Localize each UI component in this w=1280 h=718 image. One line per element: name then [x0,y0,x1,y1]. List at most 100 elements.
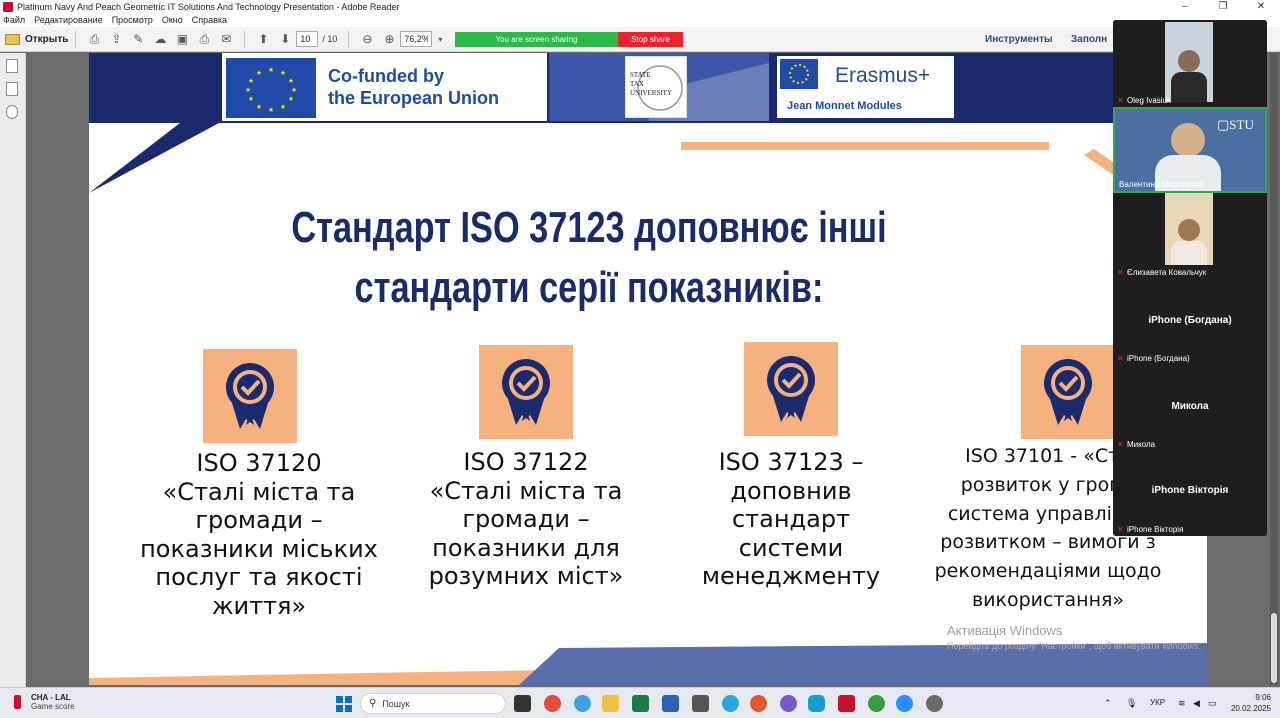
participant-tile[interactable]: ✕ Єлизавета Ковальчук [1113,193,1267,279]
chrome-profile-icon[interactable] [868,695,885,712]
telegram-icon[interactable] [722,695,739,712]
screen-sharing-status[interactable]: You are screen sharing [455,32,618,47]
participant-tile[interactable]: iPhone Вікторія ✕ iPhone Вікторія [1113,451,1267,536]
battery-icon[interactable]: ▭ [1208,698,1217,709]
menu-view[interactable]: Просмотр [112,15,153,25]
next-page-icon[interactable]: ⬇ [277,31,293,47]
participant-center-name: Микола [1171,401,1209,412]
volume-icon[interactable]: ◀ [1193,698,1200,709]
award-badge-icon [767,356,815,422]
stop-share-button[interactable]: Stop share [618,32,683,47]
wifi-icon[interactable]: ≋ [1178,698,1186,709]
attachments-icon[interactable] [6,105,18,119]
menu-edit[interactable]: Редактирование [34,15,103,25]
stu-line-2: TAX [630,80,644,88]
svg-text:★: ★ [288,95,294,103]
page-number-input[interactable] [296,31,319,47]
zoom-in-icon[interactable]: ⊕ [381,31,397,47]
word-icon[interactable] [662,695,679,712]
viber-icon[interactable] [780,695,797,712]
screen-share-bar: You are screen sharing Stop share [455,32,683,47]
vertical-scrollbar[interactable] [1270,53,1278,685]
participant-center-name: iPhone Вікторія [1151,485,1229,496]
window-title: Platinum Navy And Peach Geometric IT Sol… [17,1,400,12]
create-pdf-icon[interactable]: ⎙ [86,31,102,47]
scrollbar-thumb[interactable] [1271,613,1277,683]
minimize-button[interactable]: – [1166,0,1204,13]
save-icon[interactable]: ▣ [174,31,190,47]
iso-desc-line: життя» [211,591,307,620]
eu-cofunded-logo: ★ ★ ★ ★ ★ ★ ★ ★ ★ ★ ★ ★ Co-funded by the… [222,53,547,121]
edit-icon[interactable]: ✎ [130,31,146,47]
iso-desc-line: показники міських [140,534,378,563]
windows-taskbar: CHA - LAL Game score ⚲ Пошук ⌃ 🎙 УКР ≋ ◀… [0,687,1280,718]
participant-name: ✕ iPhone (Богдана) [1117,354,1190,363]
slide-title: Стандарт ISO 37123 доповнює інші стандар… [285,198,893,318]
page-thumbnails-icon[interactable] [6,59,18,73]
file-explorer-icon[interactable] [602,695,619,712]
calculator-icon[interactable] [692,695,709,712]
zoom-out-icon[interactable]: ⊖ [359,31,375,47]
maximize-button[interactable]: ❐ [1204,0,1242,13]
toolbar-divider [244,30,246,48]
game-score-widget[interactable]: CHA - LAL Game score [14,693,75,711]
badge-iso-37123 [744,342,838,436]
previous-page-icon[interactable]: ⬆ [255,31,271,47]
adobe-reader-icon [3,1,13,12]
taskbar-search[interactable]: ⚲ Пошук [360,693,506,714]
clock-time: 9:06 [1255,693,1271,702]
award-badge-icon [226,363,274,429]
excel-icon[interactable] [632,695,649,712]
iso-desc-line: послуг та якості [155,563,363,591]
svg-text:★: ★ [248,77,254,85]
adobe-reader-taskbar-icon[interactable] [838,695,855,712]
window-controls: – ❐ ✕ [1166,0,1280,13]
close-button[interactable]: ✕ [1242,0,1280,13]
skype-icon[interactable] [808,695,825,712]
language-indicator[interactable]: УКР [1150,698,1165,707]
zoom-icon[interactable] [896,695,913,712]
tools-button[interactable]: Инструменты [985,34,1053,45]
copilot-icon[interactable] [574,695,591,712]
cloud-upload-icon[interactable]: ☁ [152,31,168,47]
menu-help[interactable]: Справка [192,15,227,25]
bookmarks-icon[interactable] [6,82,18,96]
app-icon[interactable] [750,695,767,712]
iso-37122-text: ISO 37122 «Сталі міста та громади – пока… [401,448,651,591]
eu-flag-icon: ★ ★ ★ ★ ★ ★ ★ ★ ★ ★ ★ ★ [226,58,316,118]
print-icon[interactable]: ⎙ [196,31,212,47]
email-icon[interactable]: ✉ [218,31,234,47]
participant-tile[interactable]: ✕ Oleg Ivasiuk [1113,20,1267,107]
open-button[interactable]: Открыть [5,33,69,45]
zoom-input[interactable] [400,31,433,47]
export-pdf-icon[interactable]: ⇪ [108,31,124,47]
muted-mic-icon: ✕ [1117,267,1124,277]
participant-tile[interactable]: iPhone (Богдана) ✕ iPhone (Богдана) [1113,279,1267,365]
chrome-icon[interactable] [544,695,561,712]
system-clock[interactable]: 9:06 20.02.2025 [1225,692,1271,714]
open-label: Открыть [25,33,69,45]
fill-sign-button[interactable]: Заполн [1071,34,1107,45]
menu-file[interactable]: Файл [3,15,25,25]
jean-monnet-subtitle: Jean Monnet Modules [787,100,902,112]
zoom-dropdown-icon[interactable]: ▾ [435,31,445,47]
svg-text:★: ★ [280,69,286,77]
svg-text:★: ★ [291,86,297,94]
menu-window[interactable]: Окно [162,15,183,25]
participant-tile[interactable]: Микола ✕ Микола [1113,365,1267,451]
participant-tile-active[interactable]: ▢STU Валентина Мартіненко [1113,107,1267,193]
svg-text:★: ★ [248,95,254,103]
iso-desc-line: стандарт [731,505,851,533]
stu-line-3: UNIVERSITY [630,89,672,97]
windows-start-icon[interactable] [336,696,352,712]
muted-mic-icon: ✕ [1117,439,1124,449]
muted-mic-icon: ✕ [1117,524,1124,534]
show-hidden-icons[interactable]: ⌃ [1104,698,1112,709]
task-view-icon[interactable] [514,695,531,712]
iso-code: ISO 37120 [196,449,322,477]
settings-icon[interactable] [926,695,943,712]
participant-name-label: iPhone Вікторія [1127,525,1184,534]
pdf-page: ★ ★ ★ ★ ★ ★ ★ ★ ★ ★ ★ ★ Co-funded by the… [89,53,1207,685]
svg-text:★: ★ [268,106,274,114]
microphone-icon[interactable]: 🎙 [1126,698,1137,709]
